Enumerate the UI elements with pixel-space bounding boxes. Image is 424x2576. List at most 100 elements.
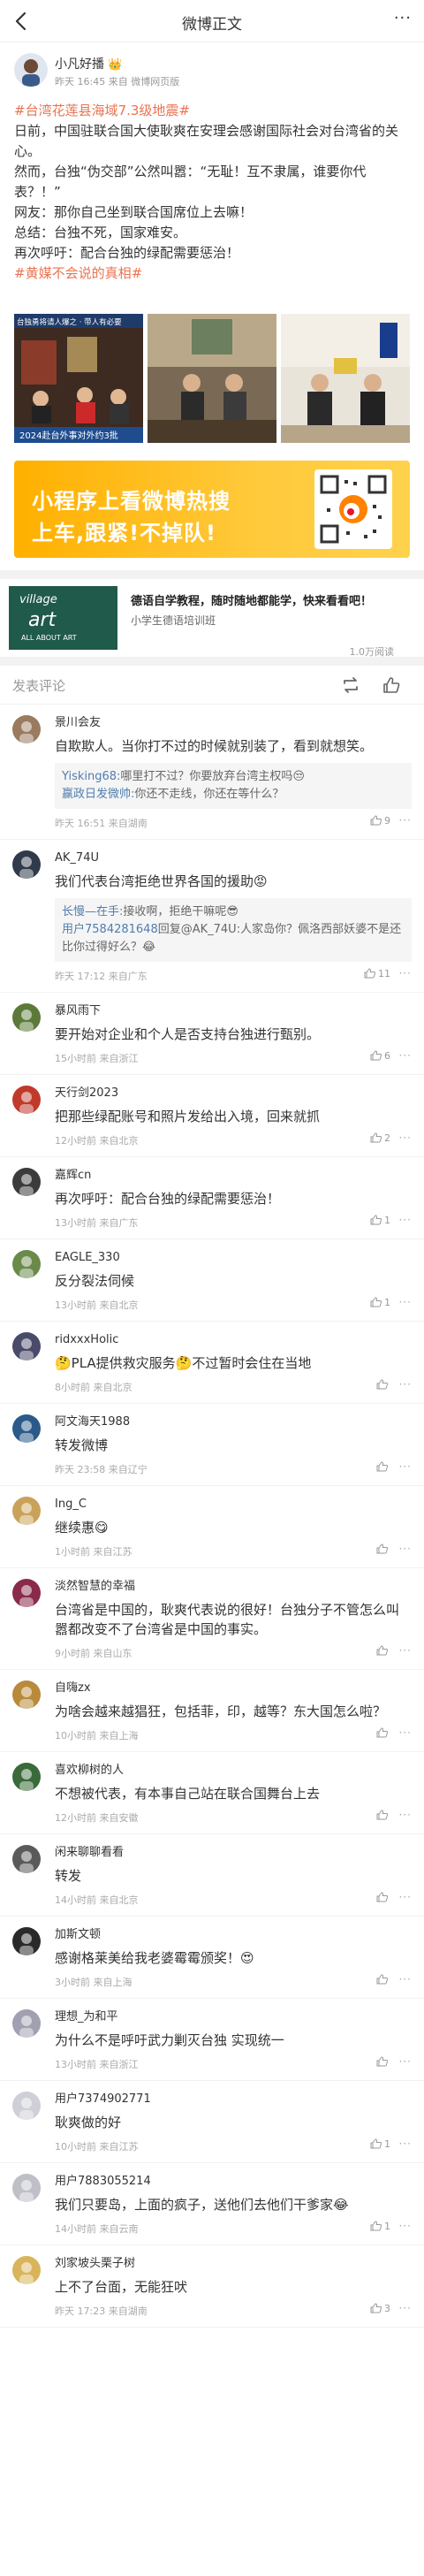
- post-photo[interactable]: [281, 314, 410, 443]
- post-comment-button[interactable]: 发表评论: [12, 676, 65, 695]
- comment-like-button[interactable]: [376, 1892, 390, 1903]
- commenter-avatar[interactable]: [12, 1003, 41, 1032]
- thumbs-up-icon: [370, 1132, 382, 1143]
- comment-like-button[interactable]: 11: [364, 968, 390, 979]
- like-icon[interactable]: [382, 676, 401, 694]
- commenter-name[interactable]: 天行剑2023: [55, 1086, 412, 1101]
- comment-footer: 13小时前 来自广东 1 ···: [55, 1214, 412, 1230]
- author-avatar[interactable]: [14, 53, 48, 87]
- commenter-avatar[interactable]: [12, 715, 41, 743]
- commenter-name[interactable]: 喜欢柳树的人: [55, 1763, 412, 1779]
- comment-footer: 10小时前 来自上海 ···: [55, 1726, 412, 1742]
- repost-icon[interactable]: [341, 676, 360, 694]
- comment-like-button[interactable]: 1: [370, 2138, 390, 2150]
- reply-user-link[interactable]: 赢政日发微帅:: [62, 788, 134, 801]
- commenter-name[interactable]: ridxxxHolic: [55, 1332, 412, 1348]
- comment-more-icon[interactable]: ···: [399, 1543, 412, 1555]
- comment-like-button[interactable]: 1: [370, 1297, 390, 1308]
- comment-like-button[interactable]: 9: [370, 815, 390, 827]
- comment-more-icon[interactable]: ···: [399, 1378, 412, 1391]
- comment-more-icon[interactable]: ···: [399, 1296, 412, 1308]
- comment-like-button[interactable]: [376, 2056, 390, 2068]
- commenter-name[interactable]: 景川会友: [55, 715, 412, 731]
- commenter-avatar[interactable]: [12, 1250, 41, 1278]
- comment-more-icon[interactable]: ···: [399, 1809, 412, 1821]
- commenter-avatar[interactable]: [12, 2256, 41, 2284]
- thumbs-up-icon: [376, 1543, 389, 1554]
- commenter-avatar[interactable]: [12, 2009, 41, 2038]
- comment-like-button[interactable]: 1: [370, 1215, 390, 1226]
- comment-like-button[interactable]: 1: [370, 2221, 390, 2232]
- commenter-avatar[interactable]: [12, 1168, 41, 1196]
- author-name[interactable]: 小凡好播 👑: [55, 55, 122, 72]
- post-photo[interactable]: 台独勇将请人爆之 · 带人有必要 2024赴台外事对外约3批: [14, 314, 143, 443]
- comment-like-button[interactable]: [376, 1974, 390, 1985]
- comment-more-icon[interactable]: ···: [399, 2220, 412, 2232]
- commenter-avatar[interactable]: [12, 850, 41, 879]
- commenter-name[interactable]: 闲来聊聊看看: [55, 1845, 412, 1861]
- commenter-name[interactable]: 淡然智慧的幸福: [55, 1579, 412, 1595]
- commenter-name[interactable]: AK_74U: [55, 850, 412, 866]
- comment-more-icon[interactable]: ···: [399, 1973, 412, 1985]
- mini-program-banner[interactable]: 小程序上看微博热搜 上车,跟紧!不掉队!: [14, 461, 410, 558]
- commenter-avatar[interactable]: [12, 1763, 41, 1791]
- comment-more-icon[interactable]: ···: [399, 2055, 412, 2068]
- comment-like-button[interactable]: [376, 1461, 390, 1473]
- comment-like-button[interactable]: [376, 1379, 390, 1391]
- commenter-avatar[interactable]: [12, 1414, 41, 1443]
- reply-preview[interactable]: 长慢—在手:接收啊，拒绝干嘛呢😎 用户7584281648回复@AK_74U:人家…: [55, 898, 412, 962]
- comment-more-icon[interactable]: ···: [399, 1644, 412, 1657]
- post-photo[interactable]: [148, 314, 276, 443]
- commenter-name[interactable]: 暴风雨下: [55, 1003, 412, 1019]
- commenter-avatar[interactable]: [12, 1579, 41, 1607]
- hashtag-link[interactable]: #黄媒不会说的真相#: [14, 265, 142, 281]
- commenter-name[interactable]: 用户7374902771: [55, 2092, 412, 2107]
- comment-more-icon[interactable]: ···: [399, 1132, 412, 1144]
- commenter-name[interactable]: 嘉辉cn: [55, 1168, 412, 1184]
- comment-like-button[interactable]: [376, 1543, 390, 1555]
- comment-more-icon[interactable]: ···: [399, 1460, 412, 1473]
- commenter-avatar[interactable]: [12, 1927, 41, 1955]
- thumbs-up-icon: [376, 1892, 389, 1902]
- hashtag-link[interactable]: #台湾花莲县海域7.3级地震#: [14, 103, 190, 118]
- commenter-name[interactable]: 用户7883055214: [55, 2174, 412, 2190]
- commenter-avatar[interactable]: [12, 1680, 41, 1709]
- commenter-name[interactable]: 阿文海天1988: [55, 1414, 412, 1430]
- commenter-avatar[interactable]: [12, 1845, 41, 1873]
- ad-title[interactable]: 德语自学教程，随时随地都能学，快来看看吧！: [131, 591, 372, 608]
- comment-more-icon[interactable]: ···: [399, 2302, 412, 2314]
- comment-more-icon[interactable]: ···: [399, 967, 412, 979]
- reply-user-link[interactable]: 长慢—在手:: [62, 905, 123, 918]
- commenter-avatar[interactable]: [12, 2092, 41, 2120]
- commenter-name[interactable]: 自嗨zx: [55, 1680, 412, 1696]
- reply-preview[interactable]: Yisking68:哪里打不过？你要放弃台湾主权吗😒 赢政日发微帅:你还不走线，你…: [55, 763, 412, 809]
- commenter-name[interactable]: 刘家坡头栗子树: [55, 2256, 412, 2272]
- commenter-avatar[interactable]: [12, 1086, 41, 1114]
- comment-more-icon[interactable]: ···: [399, 1726, 412, 1739]
- comment-like-button[interactable]: [376, 1727, 390, 1739]
- reply-user-link[interactable]: 用户7584281648: [62, 923, 158, 936]
- commenter-avatar[interactable]: [12, 2174, 41, 2202]
- comment-more-icon[interactable]: ···: [399, 1049, 412, 1062]
- comment-like-button[interactable]: [376, 1645, 390, 1657]
- comment-more-icon[interactable]: ···: [399, 2138, 412, 2150]
- comment-like-button[interactable]: [376, 1810, 390, 1821]
- commenter-name[interactable]: 加斯文顿: [55, 1927, 412, 1943]
- comment-like-button[interactable]: 2: [370, 1132, 390, 1144]
- comment-more-icon[interactable]: ···: [399, 1891, 412, 1903]
- ad-card[interactable]: village art ALL ABOUT ART 德语自学教程，随时随地都能学…: [0, 579, 424, 658]
- comment-more-icon[interactable]: ···: [399, 814, 412, 827]
- commenter-name[interactable]: Ing_C: [55, 1497, 412, 1513]
- comment-item: 喜欢柳树的人 不想被代表，有本事自己站在联合国舞台上去 12小时前 来自安徽 ···: [0, 1752, 424, 1834]
- comment-like-button[interactable]: 6: [370, 1050, 390, 1062]
- commenter-name[interactable]: 理想_为和平: [55, 2009, 412, 2025]
- more-menu-icon[interactable]: ···: [394, 9, 412, 27]
- commenter-name[interactable]: EAGLE_330: [55, 1250, 412, 1266]
- reply-user-link[interactable]: Yisking68:: [62, 770, 120, 783]
- author-name-text[interactable]: 小凡好播: [55, 57, 104, 72]
- commenter-avatar[interactable]: [12, 1497, 41, 1525]
- comment-text: 我们代表台湾拒绝世界各国的援助😡: [55, 873, 268, 889]
- comment-like-button[interactable]: 3: [370, 2303, 390, 2314]
- comment-more-icon[interactable]: ···: [399, 1214, 412, 1226]
- commenter-avatar[interactable]: [12, 1332, 41, 1360]
